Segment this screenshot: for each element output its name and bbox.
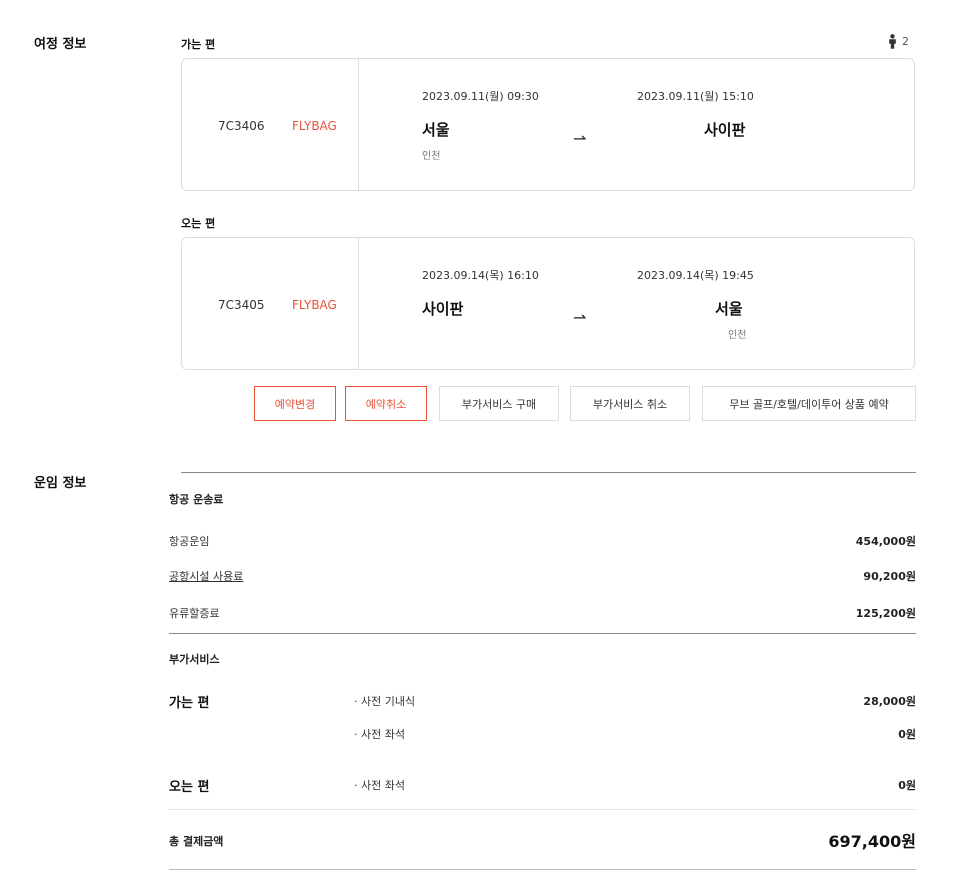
fare-item-label: 유류할증료	[169, 607, 220, 620]
arrival-datetime: 2023.09.11(월) 15:10	[637, 90, 754, 103]
departure-city: 사이판	[422, 300, 464, 318]
total-amount: 697,400원	[828, 832, 916, 851]
addon-service-amount: 28,000원	[863, 695, 916, 708]
cancel-addon-button[interactable]: 부가서비스 취소	[570, 386, 690, 421]
fare-item-amount: 125,200원	[855, 607, 916, 620]
outbound-label: 가는 편	[181, 38, 216, 51]
flight-number: 7C3405	[218, 298, 265, 312]
addon-inbound-label: 오는 편	[169, 780, 210, 795]
card-divider	[358, 59, 359, 190]
addon-outbound-label: 가는 편	[169, 696, 210, 711]
fare-item-label: 항공운임	[169, 535, 210, 548]
addon-service-name: · 사전 좌석	[354, 728, 405, 741]
fare-item-amount: 454,000원	[855, 535, 916, 548]
flight-arrow-icon: ⇀	[573, 129, 587, 148]
outbound-flight-card: 7C3406 FLYBAG 2023.09.11(월) 09:30 2023.0…	[181, 58, 915, 191]
fare-top-divider	[181, 472, 916, 473]
addon-service-name: · 사전 좌석	[354, 779, 405, 792]
arrival-airport: 인천	[728, 330, 747, 341]
fare-type: FLYBAG	[292, 298, 337, 312]
change-reservation-button[interactable]: 예약변경	[254, 386, 336, 421]
addon-title: 부가서비스	[169, 653, 220, 666]
passenger-count-value: 2	[902, 35, 909, 48]
bottom-divider	[169, 869, 916, 870]
departure-datetime: 2023.09.11(월) 09:30	[422, 90, 539, 103]
addon-service-amount: 0원	[898, 728, 916, 741]
itinerary-section-title: 여정 정보	[34, 37, 87, 52]
flight-number: 7C3406	[218, 119, 265, 133]
fare-type: FLYBAG	[292, 119, 337, 133]
departure-city: 서울	[422, 121, 450, 139]
inbound-flight-card: 7C3405 FLYBAG 2023.09.14(목) 16:10 2023.0…	[181, 237, 915, 370]
arrival-datetime: 2023.09.14(목) 19:45	[637, 269, 754, 282]
air-fare-title: 항공 운송료	[169, 493, 224, 506]
buy-addon-button[interactable]: 부가서비스 구매	[439, 386, 559, 421]
cancel-reservation-button[interactable]: 예약취소	[345, 386, 427, 421]
total-label: 총 결제금액	[169, 835, 224, 848]
passenger-count: 2	[888, 34, 909, 49]
package-reservation-button[interactable]: 무브 골프/호텔/데이투어 상품 예약	[702, 386, 916, 421]
addon-divider	[169, 633, 916, 634]
departure-datetime: 2023.09.14(목) 16:10	[422, 269, 539, 282]
person-icon	[889, 34, 896, 49]
total-divider	[169, 809, 916, 810]
arrival-city: 서울	[715, 300, 743, 318]
addon-service-amount: 0원	[898, 779, 916, 792]
card-divider	[358, 238, 359, 369]
inbound-label: 오는 편	[181, 217, 216, 230]
airport-fee-link[interactable]: 공항시설 사용료	[169, 568, 243, 584]
flight-arrow-icon: ⇀	[573, 308, 587, 327]
arrival-city: 사이판	[704, 121, 746, 139]
fare-section-title: 운임 정보	[34, 476, 87, 491]
addon-service-name: · 사전 기내식	[354, 695, 416, 708]
fare-item-amount: 90,200원	[863, 570, 916, 583]
departure-airport: 인천	[422, 151, 441, 162]
